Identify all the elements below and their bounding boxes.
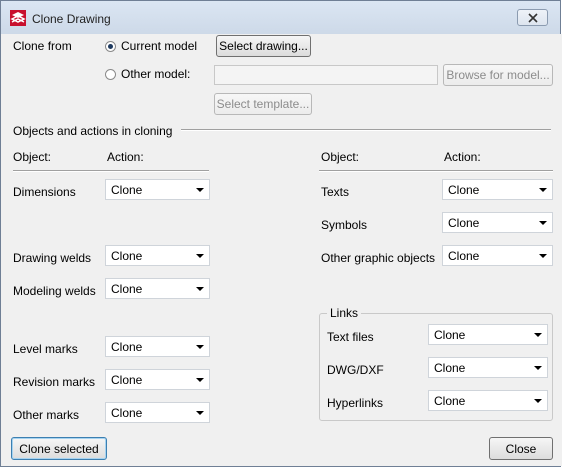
dropdown-arrow-icon [539,254,547,258]
title-bar: Clone Drawing [1,1,560,35]
right-header-divider [319,170,553,172]
dialog-content: Clone from Current model Select drawing.… [1,34,562,466]
window-close-button[interactable] [517,9,548,26]
close-icon [528,13,538,23]
other-model-label[interactable]: Other model: [121,67,190,81]
row-label-text-files: Text files [327,330,374,344]
left-object-header: Object: [13,150,52,164]
dropdown-arrow-icon [534,399,542,403]
modeling-welds-action-select[interactable]: Clone [105,278,210,299]
dropdown-arrow-icon [196,287,204,291]
select-value: Clone [111,183,143,197]
dropdown-arrow-icon [196,378,204,382]
select-value: Clone [111,406,143,420]
row-label-symbols: Symbols [321,218,368,232]
select-value: Clone [448,249,480,263]
select-value: Clone [111,249,143,263]
select-template-button[interactable]: Select template... [214,93,312,115]
left-action-header: Action: [107,150,144,164]
select-value: Clone [434,328,466,342]
row-label-drawing-welds: Drawing welds [13,251,92,265]
select-drawing-button[interactable]: Select drawing... [216,35,311,57]
row-label-revision-marks: Revision marks [13,375,96,389]
dropdown-arrow-icon [534,366,542,370]
current-model-label[interactable]: Current model [121,39,197,53]
row-label-dwg-dxf: DWG/DXF [327,363,384,377]
row-label-hyperlinks: Hyperlinks [327,396,384,410]
objects-section-title: Objects and actions in cloning [13,124,173,138]
revision-marks-action-select[interactable]: Clone [105,369,210,390]
clone-drawing-dialog: Clone Drawing Clone from Current model S… [0,0,562,467]
select-value: Clone [434,361,466,375]
select-value: Clone [448,183,480,197]
row-label-modeling-welds: Modeling welds [13,284,96,298]
drawing-welds-action-select[interactable]: Clone [105,245,210,266]
tekla-app-icon [10,10,26,26]
dropdown-arrow-icon [539,188,547,192]
select-value: Clone [111,282,143,296]
dropdown-arrow-icon [534,333,542,337]
close-button[interactable]: Close [489,437,553,460]
other-graphic-objects-action-select[interactable]: Clone [442,245,553,266]
browse-for-model-button[interactable]: Browse for model... [443,64,553,86]
dwg-dxf-action-select[interactable]: Clone [428,357,548,378]
clone-selected-button[interactable]: Clone selected [11,437,107,460]
dropdown-arrow-icon [539,221,547,225]
other-model-path-field[interactable] [214,65,438,85]
other-marks-action-select[interactable]: Clone [105,402,210,423]
window-title: Clone Drawing [32,12,111,26]
texts-action-select[interactable]: Clone [442,179,553,200]
hyperlinks-action-select[interactable]: Clone [428,390,548,411]
row-label-texts: Texts [321,185,350,199]
row-label-level-marks: Level marks [13,342,78,356]
right-action-header: Action: [444,150,481,164]
other-model-radio[interactable] [105,69,116,80]
select-value: Clone [111,340,143,354]
dropdown-arrow-icon [196,411,204,415]
level-marks-action-select[interactable]: Clone [105,336,210,357]
right-object-header: Object: [321,150,360,164]
select-value: Clone [434,394,466,408]
symbols-action-select[interactable]: Clone [442,212,553,233]
row-label-dimensions: Dimensions [13,185,76,199]
row-label-other-marks: Other marks [13,408,80,422]
text-files-action-select[interactable]: Clone [428,324,548,345]
left-header-divider [13,170,209,172]
dropdown-arrow-icon [196,345,204,349]
clone-from-label: Clone from [13,39,72,53]
links-group-title: Links [327,306,362,320]
row-label-other-graphic-objects: Other graphic objects [321,251,436,265]
dimensions-action-select[interactable]: Clone [105,179,210,200]
select-value: Clone [111,373,143,387]
dropdown-arrow-icon [196,188,204,192]
select-value: Clone [448,216,480,230]
current-model-radio[interactable] [105,41,116,52]
dropdown-arrow-icon [196,254,204,258]
section-divider [181,129,551,131]
